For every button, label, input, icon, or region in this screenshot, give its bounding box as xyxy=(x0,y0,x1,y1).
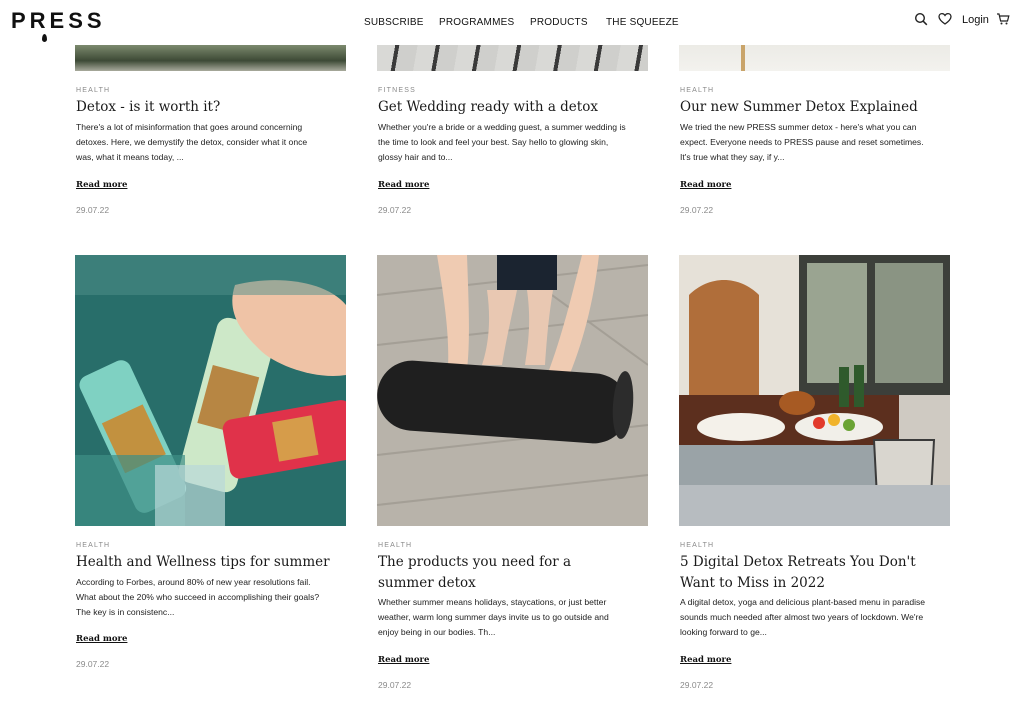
article-image-bottles[interactable] xyxy=(75,255,346,526)
nav-subscribe[interactable]: SUBSCRIBE xyxy=(364,17,424,28)
logo-drop-icon xyxy=(42,34,47,42)
header-actions: Login xyxy=(914,12,1014,30)
read-more-link[interactable]: Read more xyxy=(76,180,127,190)
article-card: FITNESS Get Wedding ready with a detox W… xyxy=(378,87,649,165)
article-excerpt: Whether you're a bride or a wedding gues… xyxy=(378,121,626,162)
article-category: HEALTH xyxy=(76,542,111,549)
article-card: HEALTH Health and Wellness tips for summ… xyxy=(76,542,347,620)
nav-programmes[interactable]: PROGRAMMES xyxy=(439,17,514,28)
article-excerpt: Whether summer means holidays, staycatio… xyxy=(378,597,609,637)
nav-products[interactable]: PRODUCTS xyxy=(530,17,588,28)
article-excerpt: A digital detox, yoga and delicious plan… xyxy=(680,597,926,637)
search-icon[interactable] xyxy=(914,12,928,31)
article-card: HEALTH Detox - is it worth it? There's a… xyxy=(76,87,347,165)
article-date: 29.07.22 xyxy=(680,680,714,690)
article-image-detox[interactable] xyxy=(75,45,346,71)
article-excerpt: There's a lot of misinformation that goe… xyxy=(76,121,308,162)
nav-the-squeeze[interactable]: THE SQUEEZE xyxy=(606,17,679,28)
site-header: PRESS SUBSCRIBE PROGRAMMES PRODUCTS THE … xyxy=(0,0,1024,45)
read-more-link[interactable]: Read more xyxy=(378,655,429,665)
article-category: HEALTH xyxy=(76,87,111,94)
heart-icon[interactable] xyxy=(938,12,952,31)
article-category: HEALTH xyxy=(378,542,413,549)
article-title[interactable]: Our new Summer Detox Explained xyxy=(680,97,951,118)
article-image-summer-detox[interactable] xyxy=(679,45,950,71)
article-date: 29.07.22 xyxy=(76,205,110,215)
article-image-retreat-breakfast[interactable] xyxy=(679,255,950,526)
article-category: HEALTH xyxy=(680,87,715,94)
article-card: HEALTH Our new Summer Detox Explained We… xyxy=(680,87,951,165)
cart-icon[interactable] xyxy=(996,12,1010,31)
article-category: FITNESS xyxy=(378,87,416,94)
article-date: 29.07.22 xyxy=(378,680,412,690)
login-link[interactable]: Login xyxy=(962,14,989,26)
read-more-link[interactable]: Read more xyxy=(680,180,731,190)
read-more-link[interactable]: Read more xyxy=(378,180,429,190)
article-date: 29.07.22 xyxy=(76,659,110,669)
article-title[interactable]: Get Wedding ready with a detox xyxy=(378,97,649,118)
article-title[interactable]: 5 Digital Detox Retreats You Don't Want … xyxy=(680,552,935,593)
logo-text: PRESS xyxy=(11,8,106,33)
press-logo[interactable]: PRESS xyxy=(11,8,106,42)
article-category: HEALTH xyxy=(680,542,715,549)
article-date: 29.07.22 xyxy=(680,205,714,215)
article-image-wedding[interactable] xyxy=(377,45,648,71)
article-title[interactable]: The products you need for a summer detox xyxy=(378,552,618,593)
article-card: HEALTH 5 Digital Detox Retreats You Don'… xyxy=(680,542,951,640)
article-date: 29.07.22 xyxy=(378,205,412,215)
article-title[interactable]: Health and Wellness tips for summer xyxy=(76,552,347,573)
read-more-link[interactable]: Read more xyxy=(680,655,731,665)
article-excerpt: We tried the new PRESS summer detox - he… xyxy=(680,121,924,162)
article-title[interactable]: Detox - is it worth it? xyxy=(76,97,347,118)
read-more-link[interactable]: Read more xyxy=(76,634,127,644)
article-excerpt: According to Forbes, around 80% of new y… xyxy=(76,576,320,617)
article-image-yoga-mat[interactable] xyxy=(377,255,648,526)
article-card: HEALTH The products you need for a summe… xyxy=(378,542,649,640)
